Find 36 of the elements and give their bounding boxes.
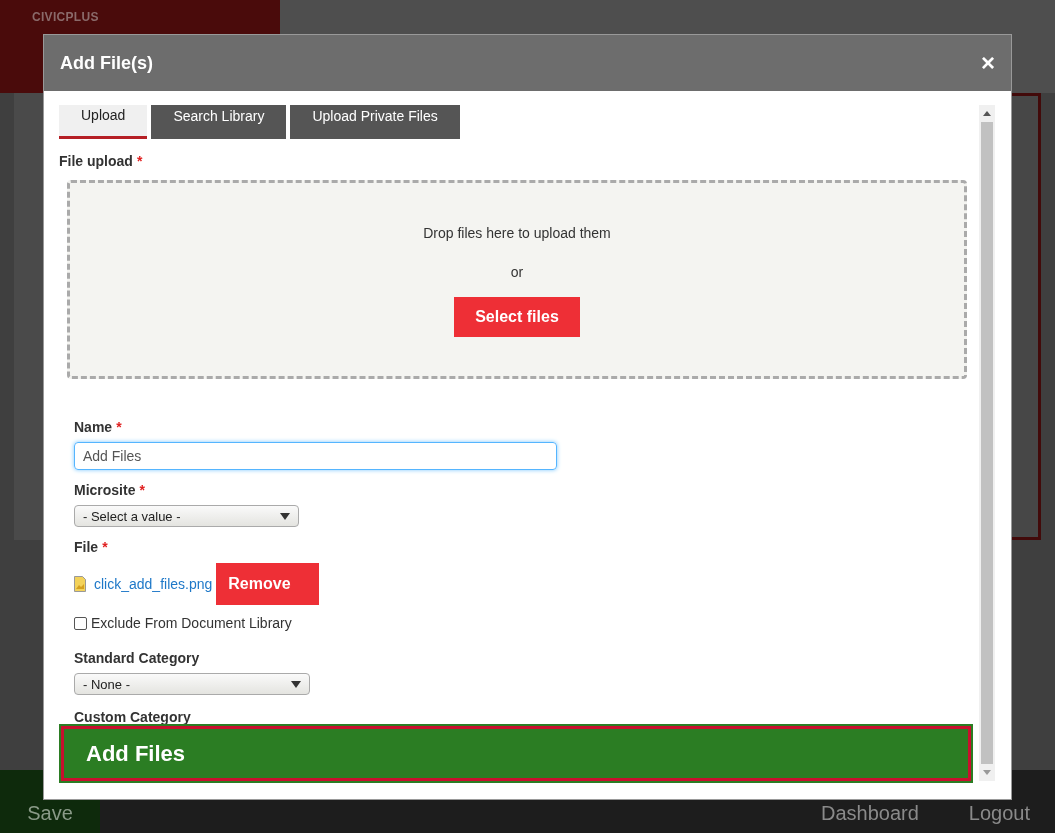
drop-hint: Drop files here to upload them: [423, 223, 611, 243]
field-label: File upload: [59, 152, 133, 171]
caret-icon: [291, 680, 301, 688]
close-button[interactable]: ×: [981, 51, 995, 75]
checkbox-label: Exclude From Document Library: [91, 614, 292, 634]
required-asterisk: *: [116, 418, 122, 438]
select-dropdown[interactable]: - Select a value -: [74, 505, 299, 528]
field-label: File: [74, 538, 99, 558]
select-files-button[interactable]: Select files: [454, 296, 580, 337]
scroll-down-icon: [983, 770, 991, 775]
field-label: Standard Category: [74, 649, 200, 669]
nav-link[interactable]: Dashboard: [821, 798, 919, 833]
brand-logo: CIVICPLUS: [32, 9, 100, 26]
required-asterisk: *: [102, 538, 108, 558]
tab[interactable]: Search Library: [151, 105, 287, 139]
image-file-icon: [74, 576, 86, 593]
scroll-up-icon: [983, 111, 991, 116]
file-link[interactable]: click_add_files.png: [94, 573, 213, 595]
checkbox[interactable]: [74, 617, 87, 631]
field-label: Microsite: [74, 481, 136, 501]
required-asterisk: *: [139, 481, 145, 501]
scrollbar[interactable]: [979, 105, 995, 781]
tab[interactable]: Upload: [59, 105, 148, 139]
caret-icon: [280, 512, 290, 520]
name-input[interactable]: Add Files: [74, 442, 557, 471]
required-asterisk: *: [136, 152, 143, 171]
field-label: Custom Category: [74, 708, 191, 728]
add-files-button[interactable]: Add Files: [61, 726, 971, 781]
tab[interactable]: Upload Private Files: [290, 105, 460, 139]
or-text: or: [510, 262, 524, 282]
select-dropdown[interactable]: - None -: [74, 673, 310, 696]
field-label: Name: [74, 418, 113, 438]
dialog-title: Add File(s): [60, 51, 153, 75]
remove-button[interactable]: Remove: [216, 563, 320, 606]
nav-link[interactable]: Logout: [968, 798, 1030, 833]
drop-zone[interactable]: Drop files here to upload them or Select files: [67, 180, 967, 380]
